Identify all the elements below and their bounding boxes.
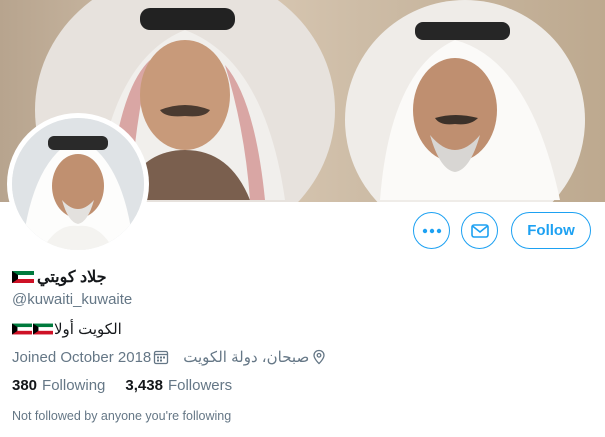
message-button[interactable] (461, 212, 498, 249)
follow-stats: 380 Following 3,438 Followers (12, 377, 232, 394)
bio-text: الكويت أولا (54, 321, 122, 338)
following-label: Following (42, 377, 106, 394)
kuwait-flag-icon (12, 271, 34, 283)
followers-label: Followers (167, 377, 233, 394)
more-icon (422, 228, 441, 233)
followed-by-note: Not followed by anyone you're following (12, 409, 232, 423)
followers-count: 3,438 (125, 377, 163, 394)
location-pin-icon (311, 349, 327, 365)
followers-link[interactable]: 3,438 Followers (125, 377, 232, 394)
user-handle: @kuwaiti_kuwaite (12, 291, 133, 308)
avatar[interactable] (12, 118, 144, 250)
follow-button[interactable]: Follow (511, 212, 591, 249)
avatar-photo (12, 118, 144, 250)
following-link[interactable]: 380 Following (12, 377, 105, 394)
display-name-row: جلاد كويتي (12, 266, 107, 288)
envelope-icon (470, 223, 489, 238)
more-button[interactable] (413, 212, 450, 249)
kuwait-flag-icon (12, 323, 32, 335)
location: صبحان، دولة الكويت (183, 348, 327, 366)
display-name: جلاد كويتي (37, 269, 107, 286)
following-count: 380 (12, 377, 38, 394)
profile-meta: Joined October 2018 صبحان، دولة الكويت (12, 348, 327, 366)
calendar-icon (153, 349, 169, 365)
bio: الكويت أولا (12, 318, 122, 340)
joined-date: Joined October 2018 (12, 348, 152, 366)
kuwait-flag-icon (33, 323, 53, 335)
location-text: صبحان، دولة الكويت (183, 349, 310, 366)
